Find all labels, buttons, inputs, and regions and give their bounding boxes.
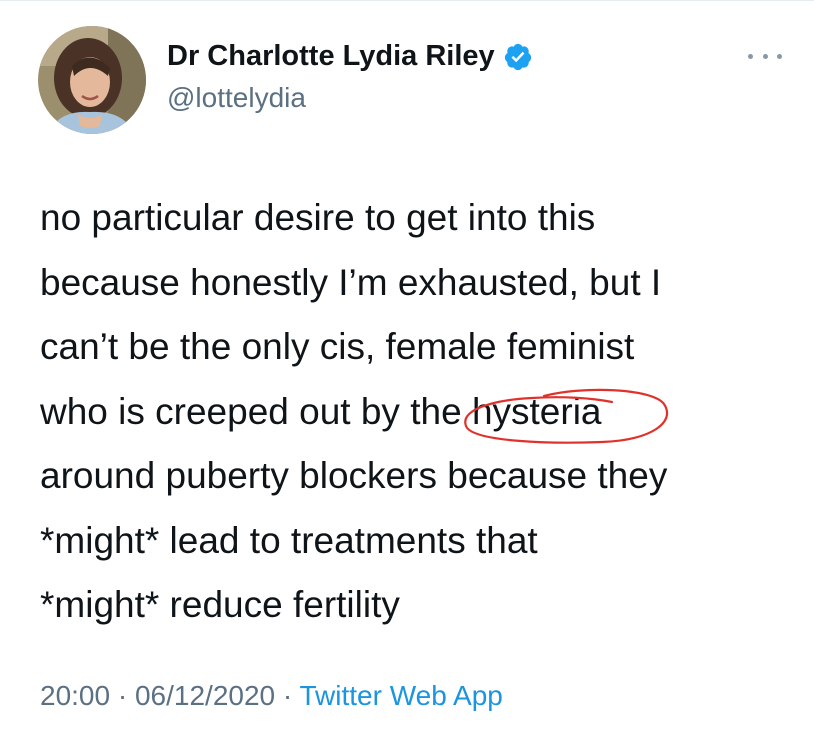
tweet-time[interactable]: 20:00 — [40, 680, 110, 711]
tweet-meta: 20:00 · 06/12/2020 · Twitter Web App — [40, 680, 503, 712]
avatar-photo — [38, 26, 146, 134]
tweet-line: because honestly I’m exhausted, but I — [40, 261, 662, 303]
tweet-line-part: who is creeped out by the — [40, 390, 472, 432]
author-handle[interactable]: @lottelydia — [167, 82, 306, 114]
circled-word: hysteria — [464, 380, 669, 445]
circled-word-text: hysteria — [471, 390, 602, 432]
author-display-name[interactable]: Dr Charlotte Lydia Riley — [167, 40, 495, 73]
tweet-line-annotated: who is creeped out by the hysteria — [40, 380, 800, 445]
more-dot — [777, 53, 782, 59]
author-name-row: Dr Charlotte Lydia Riley — [167, 40, 533, 73]
tweet-line: around puberty blockers because they — [40, 455, 668, 496]
tweet-line: no particular desire to get into this — [40, 197, 596, 238]
tweet-line: *might* reduce fertility — [40, 584, 400, 625]
meta-separator: · — [110, 680, 135, 711]
avatar[interactable] — [38, 26, 146, 134]
tweet-line: *might* lead to treatments that — [40, 519, 538, 561]
top-divider — [0, 0, 814, 1]
tweet-text: no particular desire to get into this be… — [40, 186, 800, 638]
tweet-source-link[interactable]: Twitter Web App — [300, 680, 503, 711]
verified-badge-icon — [504, 43, 531, 70]
meta-separator: · — [275, 680, 300, 711]
more-options-icon[interactable] — [748, 46, 782, 66]
more-dot — [748, 53, 753, 59]
tweet-line: can’t be the only cis, female feminist — [40, 326, 635, 367]
tweet-date[interactable]: 06/12/2020 — [135, 680, 275, 711]
more-dot — [762, 53, 768, 59]
